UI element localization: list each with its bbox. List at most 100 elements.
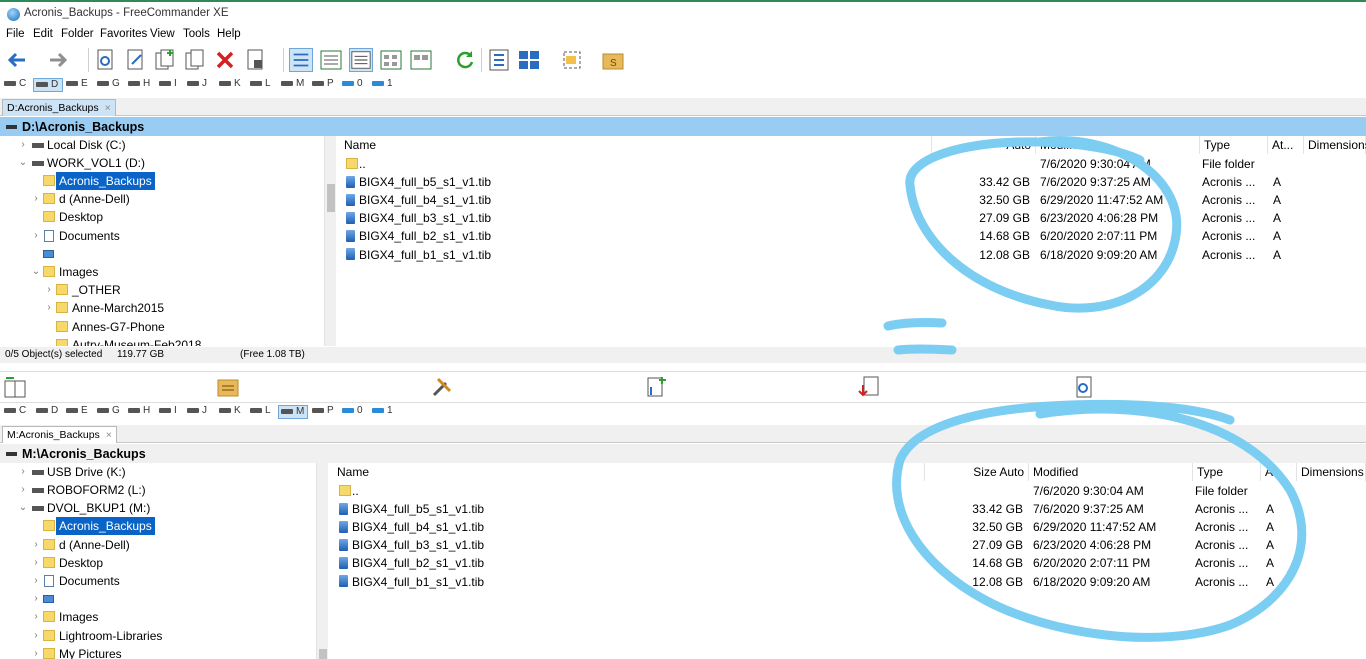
tab-close-icon[interactable]: × (105, 102, 111, 114)
folder-tree-icon[interactable] (216, 375, 240, 399)
menu-folder[interactable]: Folder (61, 28, 94, 40)
folder-s-icon[interactable]: S (601, 48, 625, 72)
tree-item[interactable] (0, 245, 325, 263)
tree-item[interactable]: › Documents (0, 572, 316, 590)
column-header-type[interactable]: Type (1200, 136, 1268, 154)
menu-view[interactable]: View (150, 28, 175, 40)
column-header-modified[interactable]: Modified (1029, 463, 1193, 481)
drive-g-button[interactable]: G (97, 78, 120, 92)
copy-to-icon[interactable] (644, 375, 668, 399)
drive-1-button[interactable]: 1 (372, 78, 393, 92)
forward-arrow-icon[interactable] (46, 48, 70, 72)
tree-item[interactable]: ⌄ Images (0, 263, 325, 281)
column-header-size[interactable]: Size Auto (925, 463, 1029, 481)
view-large-icon[interactable] (409, 48, 433, 72)
drive-l-button[interactable]: L (250, 78, 271, 92)
tree-item[interactable]: › d (Anne-Dell) (0, 190, 325, 208)
delete-icon[interactable] (213, 48, 237, 72)
column-header-name[interactable]: Name (333, 463, 925, 481)
refresh-icon[interactable] (453, 48, 477, 72)
drive-0-button[interactable]: 0 (342, 78, 363, 92)
drive-p-button[interactable]: P (312, 405, 334, 419)
tab-bottom-acronis[interactable]: M:Acronis_Backups × (2, 426, 117, 443)
drive-j-button[interactable]: J (187, 405, 207, 419)
tree-item[interactable]: › Desktop (0, 554, 316, 572)
menu-edit[interactable]: Edit (33, 28, 53, 40)
find-file-icon[interactable] (94, 48, 118, 72)
tree-item[interactable]: › d (Anne-Dell) (0, 536, 316, 554)
tree-item[interactable]: Autry-Museum-Feb2018 (0, 336, 325, 346)
scrollbar-thumb[interactable] (327, 184, 335, 212)
column-header-size[interactable]: Auto (932, 136, 1036, 154)
column-header-dimensions[interactable]: Dimensions (1297, 463, 1366, 481)
tree-item[interactable]: › ROBOFORM2 (L:) (0, 481, 316, 499)
view-file-icon[interactable] (1073, 375, 1097, 399)
drive-k-button[interactable]: K (219, 405, 241, 419)
menu-favorites[interactable]: Favorites (100, 28, 147, 40)
tools-icon[interactable] (430, 375, 454, 399)
drive-c-button[interactable]: C (4, 78, 26, 92)
column-header-name[interactable]: Name (340, 136, 932, 154)
layout-icon[interactable] (517, 48, 541, 72)
column-header-attributes[interactable]: A... (1261, 463, 1297, 481)
tree-scrollbar[interactable] (316, 463, 328, 659)
drive-m-button[interactable]: M (278, 405, 308, 419)
tree-item[interactable]: › Documents (0, 227, 325, 245)
drive-m-button[interactable]: M (281, 78, 304, 92)
menu-file[interactable]: File (6, 28, 25, 40)
tree-item[interactable]: › Anne-March2015 (0, 299, 325, 317)
drive-g-button[interactable]: G (97, 405, 120, 419)
tree-item[interactable]: › (0, 590, 316, 608)
tree-item-selected[interactable]: Acronis_Backups (0, 517, 316, 535)
scrollbar-thumb[interactable] (319, 649, 327, 659)
tree-item[interactable]: › Images (0, 608, 316, 626)
drive-h-button[interactable]: H (128, 405, 150, 419)
back-arrow-icon[interactable] (5, 48, 29, 72)
view-list-icon[interactable] (349, 48, 373, 72)
copy-file-icon[interactable] (153, 48, 177, 72)
tree-item[interactable]: › My Pictures (0, 645, 316, 659)
compare-panels-icon[interactable] (3, 375, 27, 399)
drive-i-button[interactable]: I (159, 405, 177, 419)
edit-file-icon[interactable] (124, 48, 148, 72)
column-header-attributes[interactable]: At... (1268, 136, 1304, 154)
properties-icon[interactable] (244, 48, 268, 72)
tree-item[interactable]: › USB Drive (K:) (0, 463, 316, 481)
column-header-type[interactable]: Type (1193, 463, 1261, 481)
move-to-icon[interactable] (858, 375, 882, 399)
move-file-icon[interactable] (183, 48, 207, 72)
tree-item[interactable]: › Local Disk (C:) (0, 136, 325, 154)
select-icon[interactable] (560, 48, 584, 72)
checklist-icon[interactable] (487, 48, 511, 72)
drive-0-button[interactable]: 0 (342, 405, 363, 419)
tree-item-selected[interactable]: Acronis_Backups (0, 172, 325, 190)
column-header-modified[interactable]: Modified (1036, 136, 1200, 154)
tree-item[interactable]: Desktop (0, 208, 325, 226)
menu-help[interactable]: Help (217, 28, 241, 40)
drive-1-button[interactable]: 1 (372, 405, 393, 419)
drive-d-button[interactable]: D (33, 78, 63, 92)
drive-p-button[interactable]: P (312, 78, 334, 92)
drive-l-button[interactable]: L (250, 405, 271, 419)
tab-close-icon[interactable]: × (106, 429, 112, 441)
view-brief-icon[interactable] (289, 48, 313, 72)
drive-e-button[interactable]: E (66, 78, 88, 92)
tree-item[interactable]: › _OTHER (0, 281, 325, 299)
column-header-dimensions[interactable]: Dimensions (1304, 136, 1366, 154)
drive-d-button[interactable]: D (36, 405, 58, 419)
view-thumbnails-icon[interactable] (379, 48, 403, 72)
tree-item[interactable]: ⌄ DVOL_BKUP1 (M:) (0, 499, 316, 517)
tree-item[interactable]: Annes-G7-Phone (0, 318, 325, 336)
drive-k-button[interactable]: K (219, 78, 241, 92)
drive-i-button[interactable]: I (159, 78, 177, 92)
drive-h-button[interactable]: H (128, 78, 150, 92)
tree-item[interactable]: › Lightroom-Libraries (0, 627, 316, 645)
view-details-icon[interactable] (319, 48, 343, 72)
drive-j-button[interactable]: J (187, 78, 207, 92)
tree-item[interactable]: ⌄ WORK_VOL1 (D:) (0, 154, 325, 172)
drive-e-button[interactable]: E (66, 405, 88, 419)
drive-c-button[interactable]: C (4, 405, 26, 419)
tree-scrollbar[interactable] (324, 136, 336, 346)
tab-top-acronis[interactable]: D:Acronis_Backups × (2, 99, 116, 116)
menu-tools[interactable]: Tools (183, 28, 210, 40)
